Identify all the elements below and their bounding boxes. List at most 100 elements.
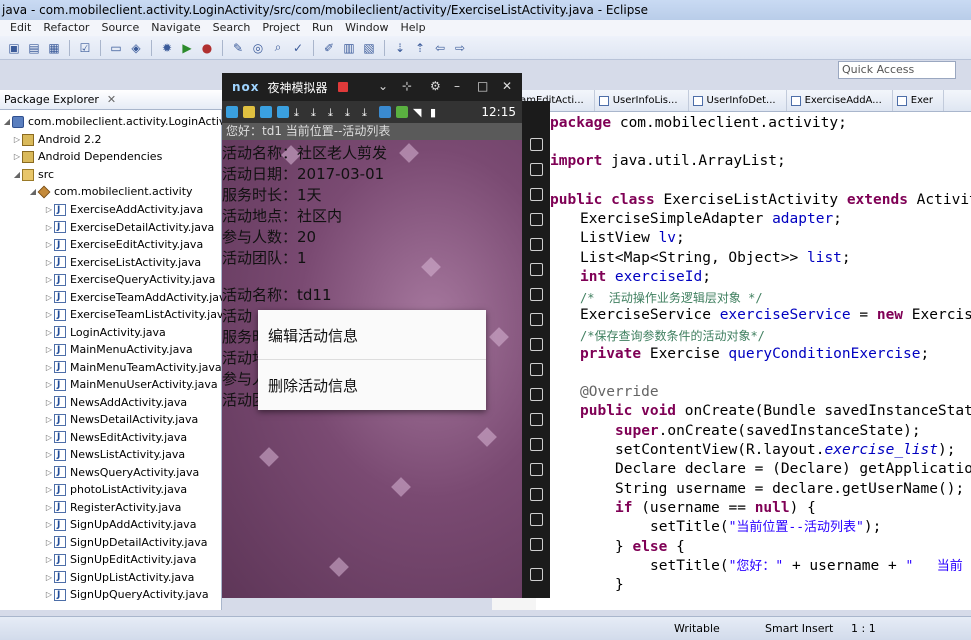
collapse-icon[interactable]: ▷ <box>44 569 54 587</box>
mark-icon[interactable]: ▥ <box>341 40 357 56</box>
collapse-icon[interactable]: ▷ <box>44 534 54 552</box>
tree-java-file[interactable]: ▷ LoginActivity.java <box>44 324 166 342</box>
minimize-icon[interactable]: – <box>454 79 460 93</box>
menu-help[interactable]: Help <box>401 20 426 36</box>
forward-icon[interactable]: ⇨ <box>452 40 468 56</box>
robot-icon[interactable] <box>530 163 543 176</box>
home-icon[interactable] <box>530 538 543 551</box>
collapse-icon[interactable]: ▷ <box>12 148 22 166</box>
location-icon[interactable] <box>530 213 543 226</box>
expand-icon[interactable]: ◢ <box>12 166 22 184</box>
menu-project[interactable]: Project <box>262 20 300 36</box>
collapse-icon[interactable]: ▷ <box>44 359 54 377</box>
screenshot-icon[interactable] <box>530 388 543 401</box>
tab-exercise-add[interactable]: ExerciseAddA... <box>787 90 893 111</box>
collapse-icon[interactable]: ▷ <box>44 516 54 534</box>
collapse-icon[interactable]: ▷ <box>44 341 54 359</box>
tree-java-file[interactable]: ▷ SignUpEditActivity.java <box>44 551 197 570</box>
next-annotation-icon[interactable]: ⇣ <box>392 40 408 56</box>
close-icon[interactable]: ✕ <box>502 79 512 93</box>
delete-exercise-option[interactable]: 删除活动信息 <box>268 375 358 396</box>
tree-java-file[interactable]: ▷ photoListActivity.java <box>44 481 187 500</box>
menu-edit[interactable]: Edit <box>10 20 31 36</box>
open-folder-icon[interactable]: ▭ <box>108 40 124 56</box>
maximize-icon[interactable]: □ <box>477 79 488 93</box>
toggle-icon[interactable]: ▧ <box>361 40 377 56</box>
resize-icon[interactable] <box>530 488 543 501</box>
pin-icon[interactable]: ⊹ <box>402 79 412 93</box>
keyboard-icon[interactable] <box>530 238 543 251</box>
android-icon[interactable]: ◈ <box>128 40 144 56</box>
tree-java-file[interactable]: ▷ ExerciseAddActivity.java <box>44 201 203 220</box>
scissors-icon[interactable] <box>530 188 543 201</box>
tree-java-file[interactable]: ▷ RegisterActivity.java <box>44 499 181 517</box>
shake-icon[interactable] <box>530 363 543 376</box>
save-icon[interactable]: ▤ <box>26 40 42 56</box>
open-type-icon[interactable]: ◎ <box>250 40 266 56</box>
collapse-icon[interactable]: ▷ <box>44 306 54 324</box>
edit-exercise-option[interactable]: 编辑活动信息 <box>268 325 358 346</box>
tree-project[interactable]: ◢ com.mobileclient.activity.LoginActivity <box>2 113 239 131</box>
tab-userinfo-list[interactable]: UserInfoLis... <box>595 90 689 111</box>
quick-access-input[interactable]: Quick Access <box>838 61 956 79</box>
tree-java-file[interactable]: ▷ ExerciseDetailActivity.java <box>44 219 214 237</box>
multi-instance-icon[interactable] <box>530 413 543 426</box>
menu-search[interactable]: Search <box>213 20 251 36</box>
menu-run[interactable]: Run <box>312 20 333 36</box>
collapse-icon[interactable]: ▷ <box>44 446 54 464</box>
tree-java-file[interactable]: ▷ NewsDetailActivity.java <box>44 411 198 430</box>
tree-java-file[interactable]: ▷ ExerciseTeamAddActivity.java <box>44 289 232 307</box>
wand-icon[interactable]: ✎ <box>230 40 246 56</box>
tree-java-file[interactable]: ▷ SignUpQueryActivity.java <box>44 586 209 605</box>
debug-icon[interactable]: ✹ <box>159 40 175 56</box>
collapse-icon[interactable]: ▷ <box>44 411 54 429</box>
apk-icon[interactable] <box>530 338 543 351</box>
menu-icon[interactable] <box>530 463 543 476</box>
tree-java-file[interactable]: ▷ NewsEditActivity.java <box>44 429 187 447</box>
run-icon[interactable]: ▶ <box>179 40 195 56</box>
chevron-down-icon[interactable]: ⌄ <box>378 79 388 93</box>
volume-down-icon[interactable] <box>530 313 543 326</box>
collapse-icon[interactable]: ▷ <box>44 324 54 342</box>
volume-up-icon[interactable] <box>530 288 543 301</box>
tab-exercise-list[interactable]: Exer <box>893 90 944 111</box>
collapse-icon[interactable]: ▷ <box>44 271 54 289</box>
gear-icon[interactable]: ⚙ <box>430 79 441 93</box>
print-icon[interactable]: ▦ <box>46 40 62 56</box>
notification-badge-icon[interactable] <box>337 82 348 92</box>
tree-java-file[interactable]: ▷ NewsListActivity.java <box>44 446 185 465</box>
prev-annotation-icon[interactable]: ⇡ <box>412 40 428 56</box>
external-tools-icon[interactable]: ● <box>199 40 215 56</box>
tree-java-file[interactable]: ▷ MainMenuUserActivity.java <box>44 376 218 395</box>
collapse-icon[interactable]: ▷ <box>44 551 54 569</box>
tree-android-lib[interactable]: ▷ Android 2.2 <box>12 131 102 149</box>
tree-src[interactable]: ◢ src <box>12 166 54 184</box>
close-icon[interactable]: ✕ <box>107 93 116 106</box>
new-icon[interactable]: ▣ <box>6 40 22 56</box>
collapse-icon[interactable]: ▷ <box>44 499 54 517</box>
back-icon[interactable]: ⇦ <box>432 40 448 56</box>
annotation-icon[interactable]: ✐ <box>321 40 337 56</box>
collapse-icon[interactable]: ▷ <box>12 131 22 149</box>
back-icon[interactable] <box>530 513 543 526</box>
tree-java-file[interactable]: ▷ MainMenuTeamActivity.java <box>44 359 222 377</box>
task-icon[interactable]: ✓ <box>290 40 306 56</box>
collapse-icon[interactable]: ▷ <box>44 464 54 482</box>
collapse-icon[interactable]: ▷ <box>44 481 54 499</box>
tree-java-file[interactable]: ▷ MainMenuActivity.java <box>44 341 193 360</box>
collapse-icon[interactable]: ▷ <box>44 201 54 219</box>
macro-icon[interactable] <box>530 438 543 451</box>
collapse-icon[interactable]: ▷ <box>44 429 54 447</box>
recent-apps-icon[interactable] <box>530 568 543 581</box>
collapse-icon[interactable]: ▷ <box>44 586 54 604</box>
tree-java-file[interactable]: ▷ ExerciseListActivity.java <box>44 254 201 272</box>
tree-java-file[interactable]: ▷ NewsAddActivity.java <box>44 394 187 412</box>
search-icon[interactable]: ⌕ <box>270 40 286 56</box>
menu-refactor[interactable]: Refactor <box>43 20 89 36</box>
collapse-icon[interactable]: ▷ <box>44 289 54 307</box>
tree-java-file[interactable]: ▷ ExerciseQueryActivity.java <box>44 271 215 290</box>
tree-java-file[interactable]: ▷ SignUpDetailActivity.java <box>44 534 208 552</box>
tree-java-file[interactable]: ▷ NewsQueryActivity.java <box>44 464 199 482</box>
tree-package[interactable]: ◢ com.mobileclient.activity <box>28 183 193 201</box>
menu-source[interactable]: Source <box>101 20 139 36</box>
